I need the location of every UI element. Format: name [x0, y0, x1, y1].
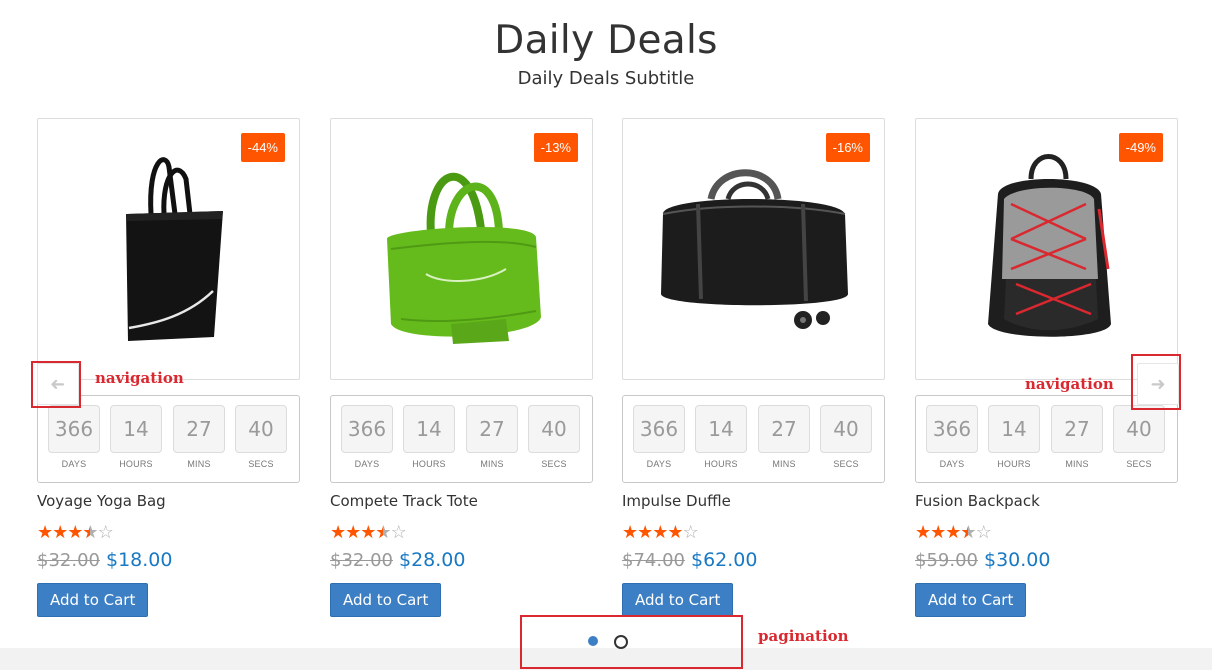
half-star-icon: ★ — [375, 523, 391, 541]
countdown-mins: 27 — [173, 405, 225, 453]
countdown-secs: 40 — [528, 405, 580, 453]
star-icon: ★ — [52, 522, 68, 542]
annotation-label-pagination: pagination — [758, 627, 849, 645]
product-name[interactable]: Compete Track Tote — [330, 492, 478, 510]
countdown-label-days: DAYS — [646, 459, 672, 469]
star-icon: ★ — [622, 522, 638, 542]
countdown-label-secs: SECS — [833, 459, 859, 469]
countdown-hours: 14 — [695, 405, 747, 453]
add-to-cart-button[interactable]: Add to Cart — [37, 583, 149, 617]
add-to-cart-button[interactable]: Add to Cart — [330, 583, 442, 617]
empty-star-icon: ☆ — [97, 522, 114, 542]
rating-stars: ★★★★☆ — [330, 522, 407, 542]
price-box: $32.00 $18.00 — [37, 549, 172, 571]
countdown-label-hours: HOURS — [412, 459, 446, 469]
product-image[interactable]: -13% — [330, 118, 593, 380]
discount-badge: -44% — [240, 133, 285, 162]
special-price: $30.00 — [983, 549, 1051, 571]
product-name[interactable]: Impulse Duffle — [622, 492, 731, 510]
star-icon: ★ — [37, 522, 53, 542]
annotation-box-pagination — [520, 615, 743, 669]
countdown-mins: 27 — [1051, 405, 1103, 453]
countdown-secs: 40 — [820, 405, 872, 453]
price-box: $32.00 $28.00 — [330, 549, 465, 571]
countdown-secs: 40 — [1113, 405, 1165, 453]
countdown-timer: 366 DAYS 14 HOURS 27 MINS 40 SECS — [330, 395, 593, 483]
special-price: $18.00 — [105, 549, 173, 571]
empty-star-icon: ☆ — [975, 522, 992, 542]
discount-badge: -13% — [533, 133, 578, 162]
product-image[interactable]: -49% — [915, 118, 1178, 380]
special-price: $62.00 — [690, 549, 758, 571]
countdown-days: 366 — [926, 405, 978, 453]
product-card: -16% 366 DAYS 14 HOURS 27 MINS 40 SECS Impul… — [622, 118, 885, 618]
add-to-cart-button[interactable]: Add to Cart — [915, 583, 1027, 617]
star-icon: ★ — [915, 522, 931, 542]
annotation-label-nav-left: navigation — [95, 369, 184, 387]
countdown-label-secs: SECS — [1126, 459, 1152, 469]
old-price: $59.00 — [915, 550, 978, 571]
countdown-label-mins: MINS — [187, 459, 211, 469]
product-name[interactable]: Fusion Backpack — [915, 492, 1040, 510]
countdown-label-secs: SECS — [541, 459, 567, 469]
countdown-label-days: DAYS — [939, 459, 965, 469]
countdown-timer: 366 DAYS 14 HOURS 27 MINS 40 SECS — [622, 395, 885, 483]
product-card: -13% 366 DAYS 14 HOURS 27 MINS 40 SECS Compe… — [330, 118, 593, 618]
countdown-timer: 366 DAYS 14 HOURS 27 MINS 40 SECS — [37, 395, 300, 483]
special-price: $28.00 — [398, 549, 466, 571]
star-icon: ★ — [652, 522, 668, 542]
annotation-box-nav-left — [31, 361, 81, 408]
countdown-label-mins: MINS — [772, 459, 796, 469]
half-star-icon: ★ — [960, 523, 976, 541]
rating-stars: ★★★★☆ — [37, 522, 114, 542]
old-price: $32.00 — [330, 550, 393, 571]
rating-stars: ★★★★☆ — [915, 522, 992, 542]
product-name[interactable]: Voyage Yoga Bag — [37, 492, 166, 510]
section-subtitle: Daily Deals Subtitle — [517, 68, 695, 89]
price-box: $74.00 $62.00 — [622, 549, 757, 571]
empty-star-icon: ☆ — [390, 522, 407, 542]
star-icon: ★ — [330, 522, 346, 542]
pagination-dot-1[interactable] — [588, 636, 598, 646]
discount-badge: -16% — [825, 133, 870, 162]
countdown-days: 366 — [48, 405, 100, 453]
countdown-label-secs: SECS — [248, 459, 274, 469]
section-title: Daily Deals — [494, 18, 718, 63]
star-icon: ★ — [360, 522, 376, 542]
star-icon: ★ — [930, 522, 946, 542]
old-price: $74.00 — [622, 550, 685, 571]
star-icon: ★ — [345, 522, 361, 542]
countdown-label-hours: HOURS — [997, 459, 1031, 469]
star-icon: ★ — [67, 522, 83, 542]
countdown-hours: 14 — [988, 405, 1040, 453]
countdown-mins: 27 — [466, 405, 518, 453]
half-star-icon: ★ — [82, 523, 98, 541]
countdown-label-mins: MINS — [1065, 459, 1089, 469]
pagination-dot-2[interactable] — [614, 635, 628, 649]
product-image[interactable]: -44% — [37, 118, 300, 380]
countdown-label-days: DAYS — [61, 459, 87, 469]
old-price: $32.00 — [37, 550, 100, 571]
countdown-label-mins: MINS — [480, 459, 504, 469]
annotation-box-nav-right — [1131, 354, 1181, 410]
discount-badge: -49% — [1118, 133, 1163, 162]
rating-stars: ★★★★☆ — [622, 522, 699, 542]
empty-star-icon: ☆ — [682, 522, 699, 542]
countdown-days: 366 — [633, 405, 685, 453]
annotation-label-nav-right: navigation — [1025, 375, 1114, 393]
price-box: $59.00 $30.00 — [915, 549, 1050, 571]
countdown-label-days: DAYS — [354, 459, 380, 469]
countdown-label-hours: HOURS — [119, 459, 153, 469]
countdown-mins: 27 — [758, 405, 810, 453]
star-icon: ★ — [945, 522, 961, 542]
countdown-label-hours: HOURS — [704, 459, 738, 469]
star-icon: ★ — [667, 522, 683, 542]
countdown-days: 366 — [341, 405, 393, 453]
countdown-hours: 14 — [403, 405, 455, 453]
countdown-hours: 14 — [110, 405, 162, 453]
star-icon: ★ — [637, 522, 653, 542]
countdown-secs: 40 — [235, 405, 287, 453]
product-image[interactable]: -16% — [622, 118, 885, 380]
add-to-cart-button[interactable]: Add to Cart — [622, 583, 734, 617]
